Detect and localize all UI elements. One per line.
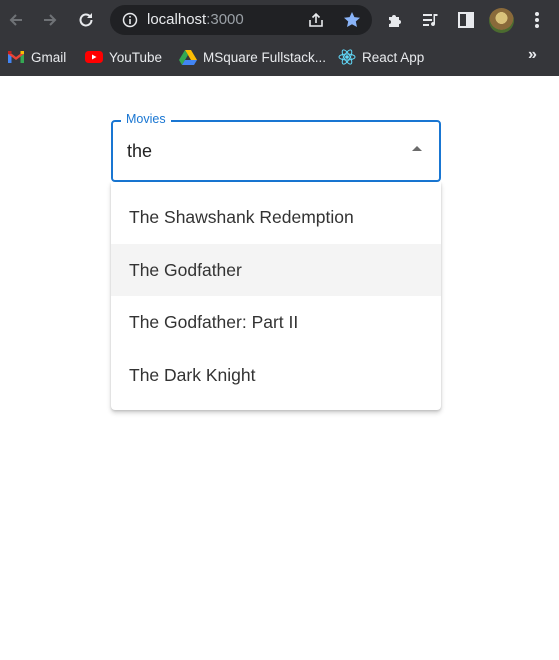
bookmark-youtube[interactable]: YouTube [85,46,162,68]
bookmark-label: YouTube [109,49,163,65]
movies-input[interactable] [127,139,397,163]
bookmark-msquare[interactable]: MSquare Fullstack... [179,46,326,68]
react-icon [338,49,356,65]
movies-field-label: Movies [121,112,171,126]
reload-button[interactable] [73,7,99,33]
bookmark-label: MSquare Fullstack... [203,49,327,65]
info-icon[interactable] [122,12,138,28]
option-the-godfather[interactable]: The Godfather [111,244,441,296]
more-vert-icon[interactable] [533,10,541,30]
bookmark-label: React App [362,49,425,65]
dropdown-arrow-up-icon[interactable] [412,146,422,151]
address-bar[interactable]: localhost:3000 [110,5,372,35]
url-host: localhost [147,11,207,28]
extensions-puzzle-icon[interactable] [385,10,405,30]
bookmark-gmail[interactable]: Gmail [7,46,66,68]
profile-avatar[interactable] [489,8,514,33]
option-the-dark-knight[interactable]: The Dark Knight [111,349,441,401]
side-panel-icon[interactable] [456,10,476,30]
reload-icon [79,13,93,27]
url-text: localhost:3000 [147,12,244,28]
bookmark-label: Gmail [31,49,67,65]
url-port: :3000 [206,11,244,28]
option-the-godfather-part-ii[interactable]: The Godfather: Part II [111,296,441,348]
browser-chrome: localhost:3000 Gmail YouTube MSquare Ful… [0,0,559,76]
bookmark-star-icon[interactable] [342,10,362,30]
forward-button[interactable] [37,7,63,33]
more-bookmarks-button[interactable]: » [528,46,537,64]
reading-list-icon[interactable] [421,10,441,30]
arrow-right-icon [44,14,57,26]
youtube-icon [85,51,103,63]
back-button[interactable] [3,7,29,33]
gmail-icon [8,51,24,63]
arrow-left-icon [9,14,22,26]
share-icon[interactable] [307,11,325,29]
bookmarks-bar: Gmail YouTube MSquare Fullstack... React… [0,40,559,74]
option-the-shawshank-redemption[interactable]: The Shawshank Redemption [111,191,441,243]
bookmark-react-app[interactable]: React App [338,46,424,68]
google-drive-icon [179,50,197,65]
movies-options-listbox: The Shawshank Redemption The Godfather T… [111,182,441,410]
